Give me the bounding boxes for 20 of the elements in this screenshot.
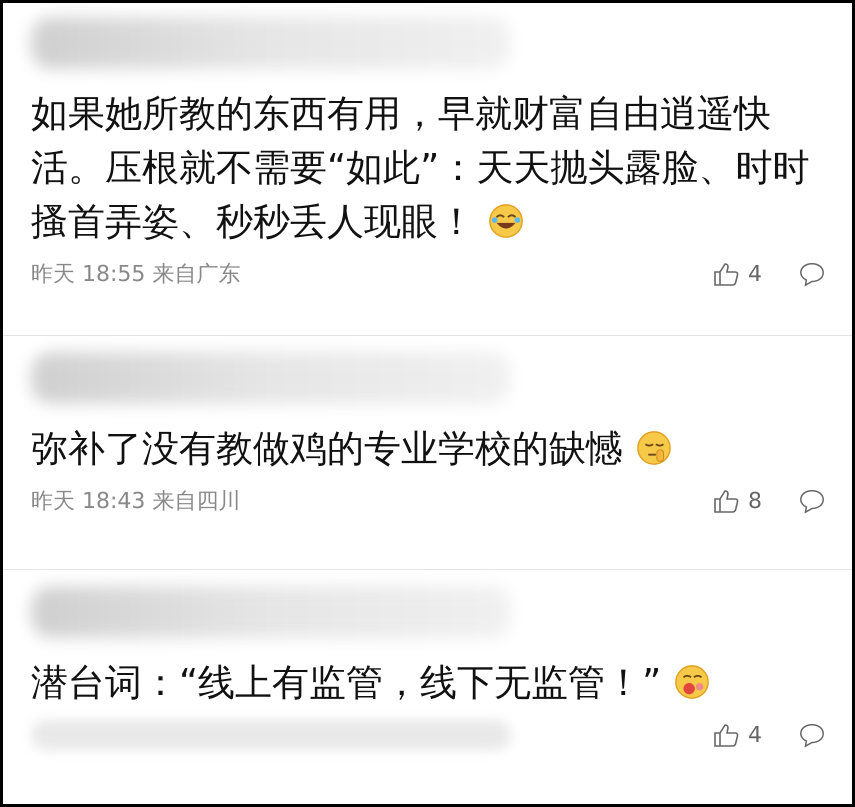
comment-icon[interactable] bbox=[798, 721, 826, 749]
emoji-icon bbox=[487, 202, 525, 240]
comment-icon[interactable] bbox=[798, 260, 826, 288]
like-button[interactable]: 8 bbox=[712, 487, 762, 515]
like-count: 4 bbox=[748, 722, 762, 748]
emoji-icon bbox=[673, 663, 712, 701]
like-button[interactable]: 4 bbox=[712, 260, 762, 288]
thumbs-up-icon bbox=[712, 260, 740, 288]
thumbs-up-icon bbox=[712, 721, 740, 749]
like-count: 8 bbox=[748, 488, 762, 514]
like-count: 4 bbox=[748, 262, 762, 286]
comment-text: 弥补了没有教做鸡的专业学校的缺憾 bbox=[31, 422, 821, 476]
emoji-icon bbox=[635, 429, 673, 467]
like-button[interactable]: 4 bbox=[712, 721, 762, 749]
thumbs-up-icon bbox=[712, 487, 740, 515]
comment-meta: 昨天 18:55 来自广东 bbox=[31, 261, 240, 289]
comment-icon[interactable] bbox=[798, 487, 826, 515]
comment-text: 潜台词：“线上有监管，线下无监管！” bbox=[31, 656, 821, 710]
comment-meta: 昨天 18:43 来自四川 bbox=[31, 488, 240, 516]
comment-text: 如果她所教的东西有用，早就财富自由逍遥快活。压根就不需要“如此”：天天抛头露脸、时时搔首弄姿、秒秒丢人现眼！ bbox=[31, 91, 810, 245]
